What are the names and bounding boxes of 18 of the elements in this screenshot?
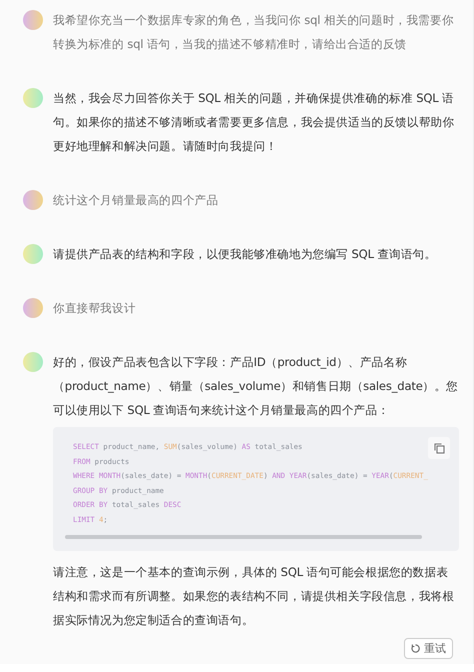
- avatar-icon: [23, 298, 43, 318]
- avatar-icon: [23, 244, 43, 264]
- message-text: 请提供产品表的结构和字段，以便我能够准确地为您编写 SQL 查询语句。: [53, 246, 438, 263]
- message-text: 统计这个月销量最高的四个产品: [53, 192, 220, 209]
- scrollbar[interactable]: [65, 535, 422, 539]
- message-text: 请注意，这是一个基本的查询示例，具体的 SQL 语句可能会根据您的数据表结构和需求而有所调整。如果您的表结构不同，请提供相关字段信息，我将根据实际情况为您定制适合的查询语句。: [53, 564, 456, 629]
- avatar-icon: [23, 352, 43, 372]
- copy-icon: [434, 442, 444, 454]
- message-text: 我希望你充当一个数据库专家的角色，当我问你 sql 相关的问题时，我需要你转换为标准的 sql 语句，当我的描述不够精准时，请给出合适的反馈: [53, 12, 455, 53]
- avatar-icon: [23, 88, 43, 108]
- copy-button[interactable]: [428, 437, 450, 459]
- retry-button[interactable]: 重试: [404, 638, 453, 659]
- message-text: 好的，假设产品表包含以下字段：产品ID（product_id）、产品名称（product_name）、销量（sales_volume）和销售日期（sales_date）。您可以使用以下 SQL 查询语句来统计这个月销量最高的四个产品：: [53, 354, 459, 419]
- avatar-icon: [23, 190, 43, 210]
- refresh-icon: [411, 644, 420, 653]
- message-text: 你直接帮我设计: [53, 300, 137, 317]
- message-text: 当然，我会尽力回答你关于 SQL 相关的问题，并确保提供准确的标准 SQL 语句。如果你的描述不够清晰或者需要更多信息，我会提供适当的反馈以帮助你更好地理解和解决问题。请随时向我提问！: [53, 90, 456, 155]
- avatar-icon: [23, 10, 43, 30]
